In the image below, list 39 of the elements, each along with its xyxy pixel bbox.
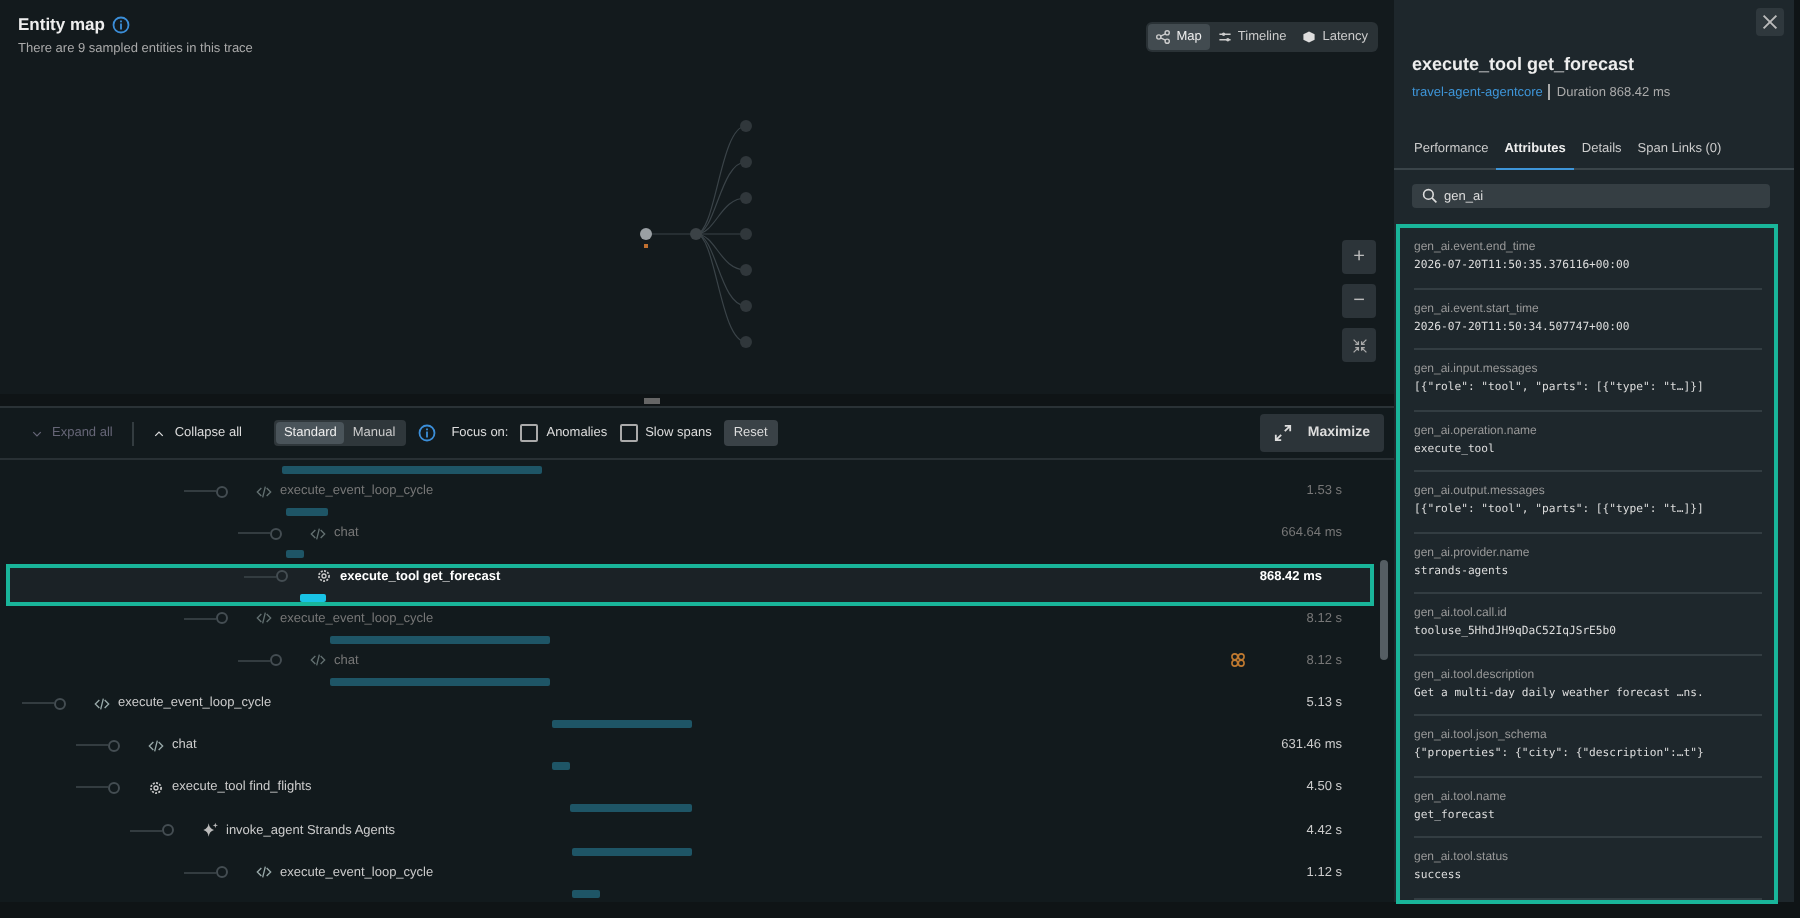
- span-bar: [552, 762, 570, 771]
- hexagon-icon: [1302, 30, 1317, 44]
- sliders-icon: [1217, 30, 1232, 44]
- span-title: execute_tool get_forecast: [1410, 52, 1637, 74]
- fit-view-button[interactable]: [1342, 328, 1376, 362]
- zoom-button[interactable]: +: [1342, 240, 1376, 274]
- code-icon: [256, 864, 272, 881]
- span-bar: [286, 550, 304, 559]
- fit-view-icon: [1351, 337, 1367, 353]
- scrollbar-thumb[interactable]: [1380, 560, 1388, 661]
- code-icon: [256, 610, 272, 627]
- info-icon[interactable]: [417, 424, 436, 443]
- info-icon[interactable]: [112, 15, 131, 33]
- resize-handle-icon[interactable]: [644, 397, 660, 404]
- code-icon: [94, 695, 110, 712]
- map-title: Entity map: [18, 14, 105, 34]
- checkbox[interactable]: [520, 424, 539, 443]
- share-icon: [1156, 30, 1171, 44]
- code-icon: [148, 737, 164, 754]
- gear-icon: [148, 779, 164, 796]
- span-bar: [570, 804, 692, 813]
- code-icon: [310, 652, 326, 669]
- code-icon: [256, 483, 272, 500]
- span-bar: [572, 847, 692, 856]
- sparkle-icon: [202, 822, 218, 839]
- zoom-button[interactable]: −: [1342, 284, 1376, 318]
- span-bar: [300, 593, 326, 601]
- gear-icon: [316, 568, 332, 584]
- close-button[interactable]: [1756, 8, 1784, 36]
- code-icon: [310, 525, 326, 542]
- span-bar: [552, 720, 692, 729]
- chevron-up-icon: [154, 429, 165, 438]
- checkbox[interactable]: [619, 424, 638, 443]
- close-icon: [1762, 14, 1778, 30]
- chevron-down-icon: [32, 429, 42, 438]
- search-icon: [1422, 188, 1438, 204]
- span-bar: [572, 889, 600, 898]
- expand-icon: [1273, 424, 1292, 443]
- span-bar: [286, 508, 328, 517]
